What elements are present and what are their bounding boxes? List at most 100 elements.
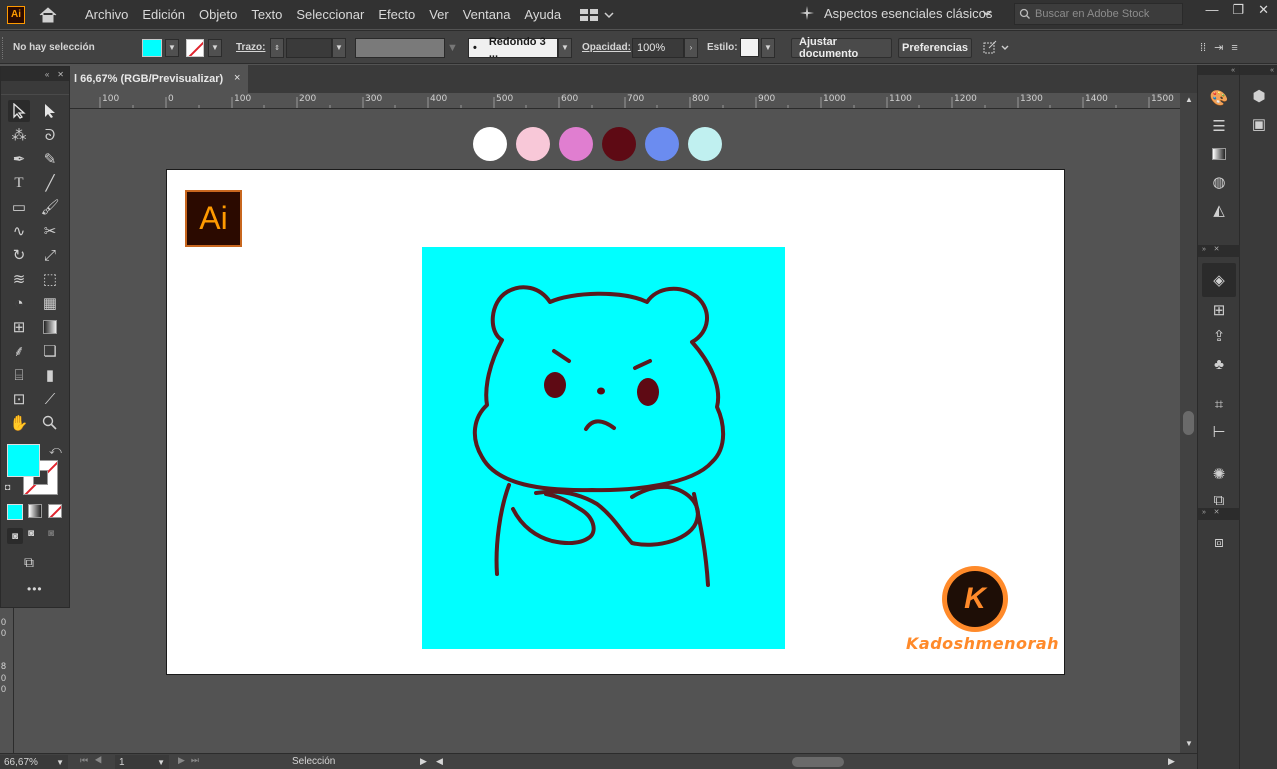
stroke-swatch[interactable] — [186, 31, 204, 64]
profile-dropdown-icon[interactable]: ▼ — [447, 31, 458, 64]
status-arrow-icon[interactable]: ▶ — [420, 756, 427, 767]
menu-efecto[interactable]: Efecto — [371, 7, 422, 22]
document-tab[interactable]: l 66,67% (RGB/Previsualizar) — [70, 65, 248, 93]
stroke-dropdown[interactable]: ▼ — [208, 31, 222, 64]
lasso-icon[interactable]: ᘐ — [39, 124, 61, 146]
stroke-panel-icon[interactable]: ☰ — [1208, 115, 1230, 137]
vertical-scroll-thumb[interactable] — [1183, 411, 1194, 435]
page-field[interactable]: 1 ▼ — [115, 755, 169, 769]
menu-texto[interactable]: Texto — [244, 7, 289, 22]
hand-tool-icon[interactable]: ✋ — [8, 412, 30, 434]
none-mode-icon[interactable] — [48, 504, 62, 518]
artboard[interactable]: Ai K Kadoshmenorah — [166, 169, 1065, 675]
gradient-mode-icon[interactable] — [28, 504, 42, 518]
transform-icon[interactable] — [981, 31, 1009, 64]
sparkle-icon[interactable] — [800, 6, 814, 20]
close-window-icon[interactable]: ✕ — [1258, 2, 1269, 18]
type-tool-icon[interactable]: T — [8, 172, 30, 194]
blend-tool-icon[interactable]: ❏ — [39, 340, 61, 362]
stroke-weight-field[interactable] — [286, 31, 332, 64]
panel-menu-icon[interactable]: ≡ — [1231, 42, 1237, 54]
transparency-panel-icon[interactable]: ◍ — [1208, 171, 1230, 193]
menu-ver[interactable]: Ver — [422, 7, 456, 22]
screen-mode-icon[interactable]: ⧉ — [24, 554, 34, 571]
gradient-tool-icon[interactable] — [39, 316, 61, 338]
page-nav-first-prev[interactable]: ⏮◀ — [80, 755, 108, 766]
fill-swatch[interactable] — [142, 31, 162, 64]
symbols-panel-icon[interactable]: ♣ — [1208, 353, 1230, 375]
vertical-scrollbar[interactable]: ▲ ▼ — [1180, 93, 1197, 753]
line-tool-icon[interactable]: ╱ — [39, 172, 61, 194]
arrange-documents-button[interactable] — [580, 8, 614, 21]
curvature-tool-icon[interactable]: ✎ — [39, 148, 61, 170]
align-menu-icon[interactable]: ⇥ — [1214, 41, 1223, 54]
properties-panel-icon[interactable]: ▣ — [1248, 113, 1270, 135]
selection-tool-icon[interactable] — [8, 100, 30, 122]
stock-search[interactable]: Buscar en Adobe Stock — [1014, 3, 1183, 25]
fit-document-button[interactable]: Ajustar documento — [791, 31, 892, 64]
collapse-panel-icon[interactable]: « — [45, 70, 49, 79]
more-tools-icon[interactable]: ••• — [27, 582, 43, 596]
rectangle-tool-icon[interactable]: ▭ — [8, 196, 30, 218]
pathfinder-panel-icon[interactable]: ✺ — [1208, 463, 1230, 485]
menu-ayuda[interactable]: Ayuda — [517, 7, 568, 22]
stroke-label[interactable]: Trazo: — [236, 31, 265, 64]
gradient-panel-icon[interactable] — [1208, 143, 1230, 165]
opacity-dropdown[interactable]: › — [684, 31, 698, 64]
stroke-weight-stepper[interactable]: ⇕ — [270, 31, 284, 64]
home-icon[interactable] — [38, 6, 58, 24]
scroll-up-icon[interactable]: ▲ — [1185, 95, 1193, 104]
restore-icon[interactable]: ❐ — [1232, 2, 1244, 18]
preferences-button[interactable]: Preferencias — [898, 31, 972, 64]
artboards-panel-icon[interactable]: ⊞ — [1208, 299, 1230, 321]
swatches-panel-icon[interactable]: ⧈ — [1208, 531, 1230, 553]
magic-wand-icon[interactable]: ⁂ — [8, 124, 30, 146]
draw-inside-icon[interactable]: ◙ — [48, 528, 54, 539]
horizontal-scroll-thumb[interactable] — [792, 757, 844, 767]
minimize-icon[interactable]: — — [1205, 2, 1218, 18]
default-colors-icon[interactable]: ◘ — [5, 482, 10, 492]
appearance-panel-icon[interactable]: ◭ — [1208, 199, 1230, 221]
stock-search-input[interactable]: Buscar en Adobe Stock — [1035, 8, 1149, 20]
zoom-field[interactable]: 66,67% ▼ — [0, 755, 68, 769]
width-tool-icon[interactable]: ≋ — [8, 268, 30, 290]
fill-color-swatch[interactable] — [7, 444, 40, 477]
fill-dropdown[interactable]: ▼ — [165, 31, 179, 64]
scissors-icon[interactable]: ✂ — [39, 220, 61, 242]
pen-tool-icon[interactable]: ✒ — [8, 148, 30, 170]
layers-icon[interactable]: ◈ — [1208, 269, 1230, 291]
menu-archivo[interactable]: Archivo — [78, 7, 135, 22]
grid-dots-icon[interactable]: ⁞⁞ — [1200, 42, 1206, 54]
scroll-down-icon[interactable]: ▼ — [1185, 739, 1193, 748]
align-options[interactable]: ⁞⁞ ⇥ ≡ — [1200, 31, 1238, 64]
mesh-tool-icon[interactable]: ⊞ — [8, 316, 30, 338]
menu-objeto[interactable]: Objeto — [192, 7, 244, 22]
style-dropdown[interactable]: ▼ — [761, 31, 775, 64]
menu-ventana[interactable]: Ventana — [456, 7, 518, 22]
align-panel-icon[interactable]: ⊢ — [1208, 421, 1230, 443]
menu-seleccionar[interactable]: Seleccionar — [289, 7, 371, 22]
page-nav-next-last[interactable]: ▶⏭ — [178, 755, 205, 766]
variable-width-profile[interactable] — [355, 31, 445, 64]
brush-dropdown[interactable]: ▼ — [558, 31, 572, 64]
shaper-tool-icon[interactable]: ∿ — [8, 220, 30, 242]
symbol-sprayer-icon[interactable]: ⌸ — [8, 364, 30, 386]
workspace-switcher[interactable]: Aspectos esenciales clásicos — [824, 6, 992, 21]
scale-tool-icon[interactable]: ⤢ — [39, 244, 61, 266]
close-panel-icon[interactable]: ✕ — [57, 70, 64, 79]
swap-colors-icon[interactable]: ⤺ — [49, 443, 62, 458]
rotate-tool-icon[interactable]: ↻ — [8, 244, 30, 266]
close-tab-icon[interactable]: × — [234, 72, 240, 84]
draw-behind-icon[interactable]: ◙ — [28, 528, 34, 539]
artboard-tool-icon[interactable]: ⊡ — [8, 388, 30, 410]
eyedropper-icon[interactable]: ⸙ — [8, 340, 30, 362]
zoom-tool-icon[interactable] — [39, 412, 61, 434]
color-panel-icon[interactable]: 🎨 — [1208, 87, 1230, 109]
libraries-panel-icon[interactable]: ⬢ — [1248, 85, 1270, 107]
workspace-chevron-icon[interactable] — [982, 7, 992, 19]
menu-edicion[interactable]: Edición — [135, 7, 192, 22]
brush-field[interactable]: • Redondo 3 ... — [468, 31, 558, 64]
perspective-grid-icon[interactable]: ▦ — [39, 292, 61, 314]
scroll-right-icon[interactable]: ▶ — [1168, 756, 1175, 767]
stroke-weight-dropdown[interactable]: ▼ — [332, 31, 346, 64]
